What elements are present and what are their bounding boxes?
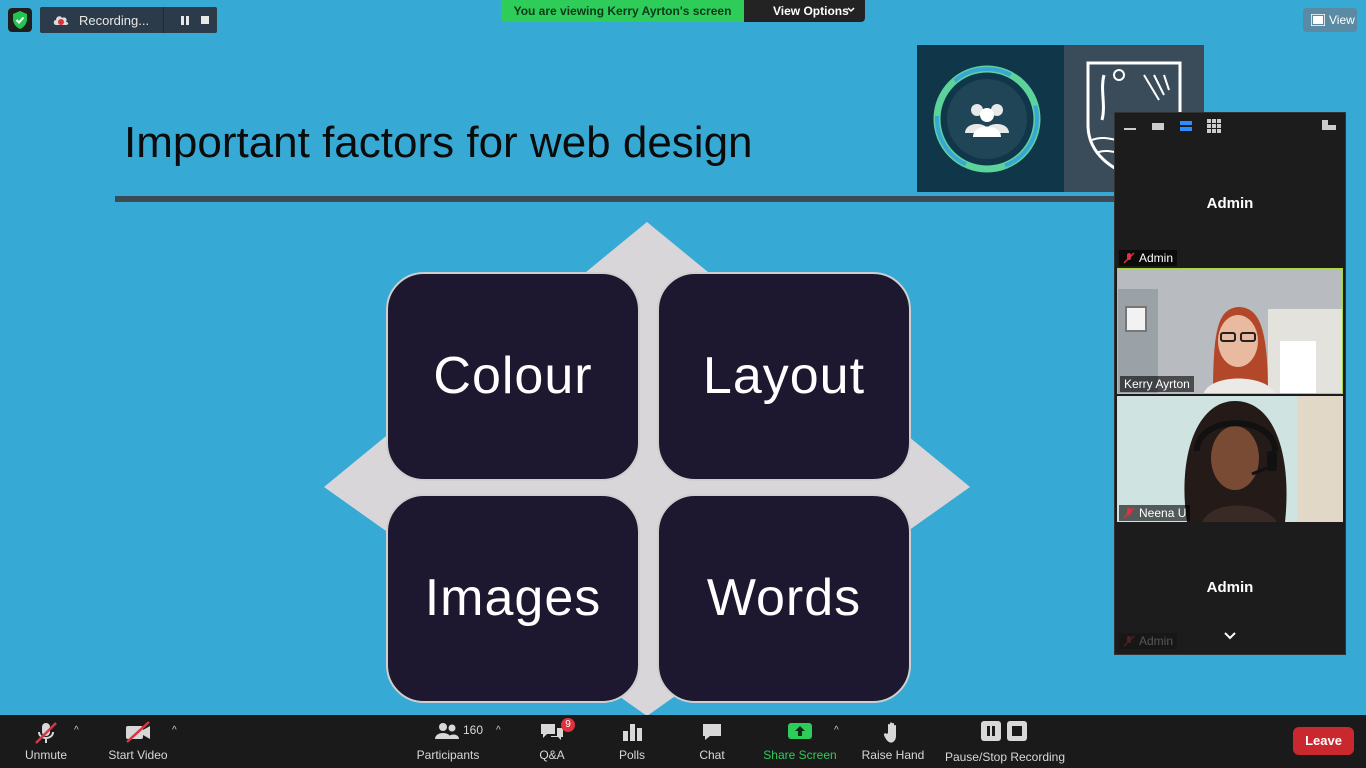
strip-view-icon[interactable] [1179, 119, 1193, 133]
participant-label: Admin [1119, 250, 1178, 266]
minimize-icon[interactable] [1123, 119, 1137, 133]
view-label: View [1329, 13, 1355, 27]
participant-label-text: Admin [1139, 251, 1174, 265]
gallery-view-icon[interactable] [1207, 119, 1221, 133]
raise-hand-button[interactable]: Raise Hand [860, 715, 926, 768]
cloud-recording-icon [53, 16, 69, 25]
pause-stop-recording-label: Pause/Stop Recording [944, 750, 1066, 764]
muted-mic-icon [35, 722, 57, 744]
participant-label-text: Neena U [1139, 506, 1187, 520]
participant-tile-admin-2[interactable]: Admin Admin [1117, 524, 1343, 650]
pause-stop-recording-icon [981, 721, 1027, 741]
video-panel: Admin Admin Kerry Ayrton Neena U Admin A… [1114, 112, 1346, 655]
slide-title: Important factors for web design [124, 118, 753, 167]
stop-recording-button[interactable] [200, 7, 217, 33]
view-options-button[interactable]: View Options [744, 0, 865, 22]
chat-label: Chat [699, 748, 725, 762]
participants-count: 160 [463, 723, 484, 737]
muted-mic-icon [1123, 635, 1135, 647]
qa-button[interactable]: 9 Q&A [530, 715, 575, 768]
chat-button[interactable]: Chat [690, 715, 734, 768]
qa-badge: 9 [561, 718, 575, 732]
popout-icon[interactable] [1321, 118, 1337, 132]
participant-name: Admin [1206, 195, 1254, 212]
muted-mic-icon [1123, 507, 1135, 519]
participant-label: Admin [1119, 633, 1178, 649]
recording-label: Recording... [79, 13, 150, 28]
participant-label-text: Admin [1139, 634, 1174, 648]
leave-button[interactable]: Leave [1293, 727, 1354, 755]
participants-label: Participants [416, 748, 480, 762]
share-options-caret-icon[interactable]: ^ [834, 725, 839, 736]
divider [163, 7, 164, 33]
factor-tile-images: Images [386, 494, 640, 703]
unmute-label: Unmute [24, 748, 68, 762]
stop-icon [201, 16, 209, 24]
video-options-caret-icon[interactable]: ^ [172, 725, 177, 736]
participant-tile-neena-u[interactable]: Neena U [1117, 396, 1343, 522]
video-off-icon [126, 721, 150, 743]
factor-tile-colour: Colour [386, 272, 640, 481]
start-video-button[interactable]: Start Video [104, 715, 172, 768]
raise-hand-label: Raise Hand [861, 748, 925, 762]
participants-options-caret-icon[interactable]: ^ [496, 725, 501, 736]
share-screen-icon [788, 723, 812, 739]
video-panel-toolbar [1115, 113, 1345, 141]
title-underline [115, 196, 1120, 202]
chevron-down-icon [847, 7, 855, 13]
pause-stop-recording-button[interactable]: Pause/Stop Recording [942, 715, 1068, 768]
view-options-label: View Options [773, 4, 849, 18]
scroll-down-chevron-icon[interactable] [1224, 632, 1236, 640]
speaker-view-icon[interactable] [1151, 119, 1165, 133]
audio-options-caret-icon[interactable]: ^ [74, 725, 79, 736]
polls-label: Polls [618, 748, 645, 762]
raise-hand-icon [883, 722, 896, 743]
view-button[interactable]: View [1303, 8, 1357, 32]
qa-label: Q&A [539, 748, 565, 762]
start-video-label: Start Video [108, 748, 168, 762]
participant-label: Neena U [1119, 505, 1191, 521]
video-feed-neena [1117, 396, 1343, 522]
polls-icon [623, 724, 642, 741]
participant-label-text: Kerry Ayrton [1124, 377, 1190, 391]
pause-recording-button[interactable] [171, 7, 199, 33]
share-screen-button[interactable]: Share Screen [762, 715, 838, 768]
people-circle-logo-icon [933, 65, 1041, 173]
muted-mic-icon [1123, 252, 1135, 264]
participants-button[interactable]: 160 Participants [412, 715, 484, 768]
unmute-button[interactable]: Unmute [14, 715, 78, 768]
factor-tile-layout: Layout [657, 272, 911, 481]
participant-name: Admin [1206, 579, 1254, 596]
pause-icon [181, 16, 189, 25]
security-shield-icon[interactable] [8, 8, 32, 32]
participant-tile-admin-1[interactable]: Admin Admin [1117, 141, 1343, 267]
grid-view-icon [1311, 14, 1325, 26]
meeting-toolbar: Unmute ^ Start Video ^ 160 Participants … [0, 715, 1366, 768]
share-screen-label: Share Screen [763, 748, 837, 762]
participants-icon [435, 723, 459, 739]
viewing-screen-banner: You are viewing Kerry Ayrton's screen [501, 0, 744, 22]
chat-icon [703, 724, 721, 740]
factor-tile-words: Words [657, 494, 911, 703]
recording-indicator: Recording... [40, 7, 217, 33]
participant-tile-kerry-ayrton[interactable]: Kerry Ayrton [1117, 268, 1343, 394]
polls-button[interactable]: Polls [610, 715, 654, 768]
participant-label: Kerry Ayrton [1120, 376, 1194, 392]
